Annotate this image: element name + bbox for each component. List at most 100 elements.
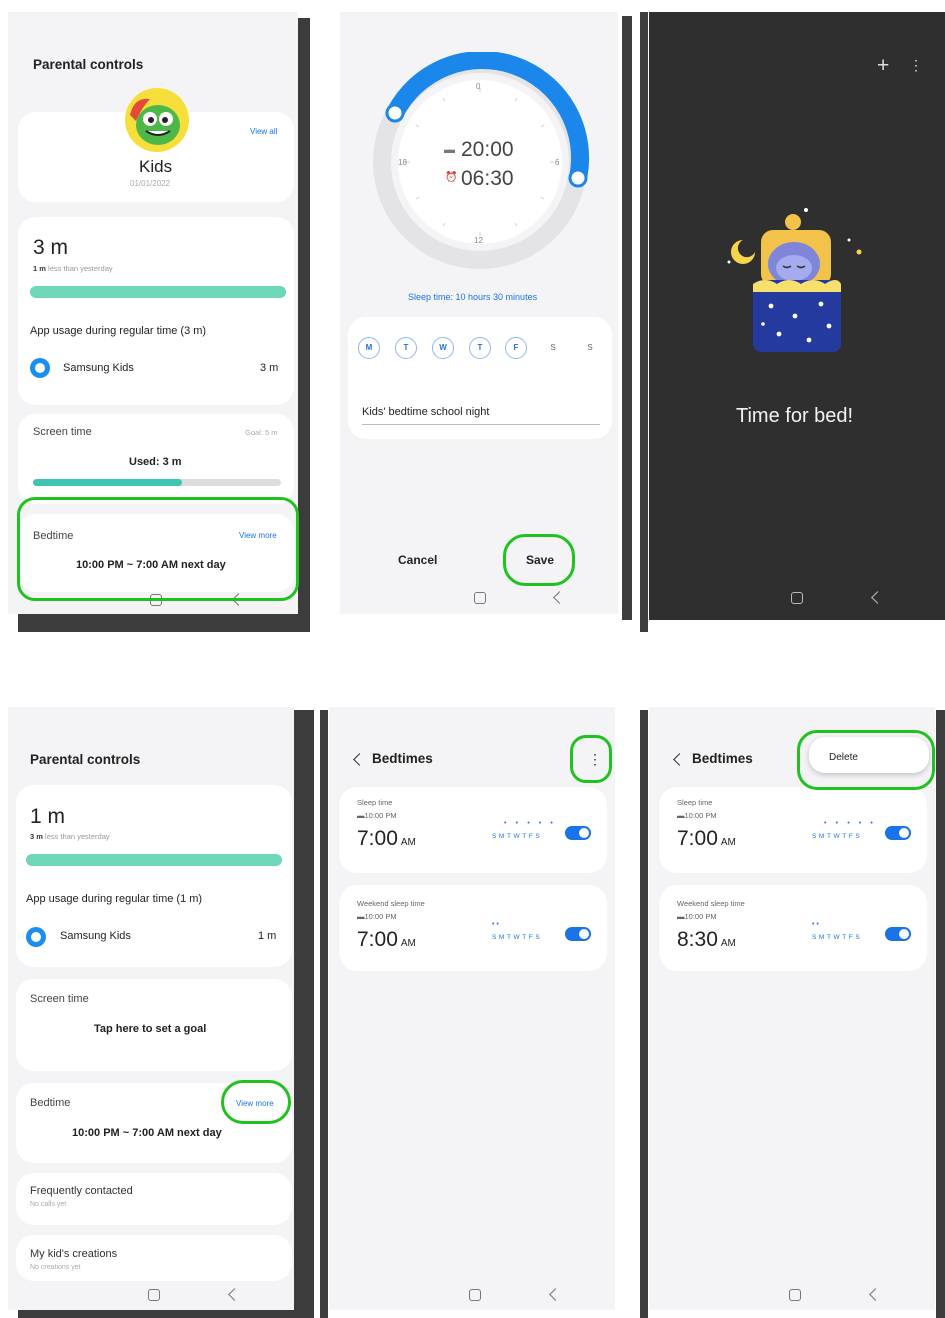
back-icon[interactable] <box>549 1288 562 1301</box>
highlight-bedtime-card <box>17 497 299 601</box>
bedtime-range: 10:00 PM ~ 7:00 AM next day <box>72 1127 222 1139</box>
dial-label-6: 6 <box>555 158 560 167</box>
screen-time-for-bed: + ⋮ Time for bed! <box>649 12 945 620</box>
kids-creations-subtitle: No creations yet <box>30 1264 81 1271</box>
item-label: Sleep time <box>677 798 713 807</box>
usage-total: 1 m <box>30 805 66 828</box>
screen-time-label: Screen time <box>30 993 89 1005</box>
cancel-button[interactable]: Cancel <box>398 553 437 567</box>
item-start-time: ▬10:00 PM <box>677 811 717 820</box>
usage-progress-bar <box>30 286 286 298</box>
day-tue[interactable]: T <box>395 337 417 359</box>
system-nav-bar <box>340 590 618 614</box>
home-icon[interactable] <box>789 1289 801 1301</box>
schedule-name-input[interactable]: Kids' bedtime school night <box>362 406 489 418</box>
frequently-contacted-title: Frequently contacted <box>30 1185 133 1197</box>
day-sun[interactable]: S <box>579 337 601 359</box>
sleeping-character-illustration <box>721 202 871 362</box>
usage-progress-bar <box>26 854 282 866</box>
page-title: Parental controls <box>33 57 144 72</box>
system-nav-bar <box>329 1287 615 1310</box>
home-icon[interactable] <box>474 592 486 604</box>
item-label: Sleep time <box>357 798 393 807</box>
active-day-dots: • • • • • <box>504 820 557 827</box>
page-title: Bedtimes <box>372 751 433 766</box>
system-nav-bar <box>649 1287 935 1310</box>
screen-time-goal: Goal: 5 m <box>245 428 278 437</box>
item-wake-time: 8:30 AM <box>677 928 736 951</box>
days-of-week: SMTWTFS <box>492 934 543 941</box>
bedtime-label: Bedtime <box>30 1097 71 1109</box>
bedtime-toggle-2[interactable] <box>885 927 911 941</box>
app-usage-title: App usage during regular time (1 m) <box>26 893 203 905</box>
kids-creations-title: My kid's creations <box>30 1248 118 1260</box>
home-icon[interactable] <box>469 1289 481 1301</box>
item-start-time: ▬10:00 PM <box>357 912 397 921</box>
bedtime-toggle-2[interactable] <box>565 927 591 941</box>
alarm-icon: ⏰ <box>445 172 458 183</box>
days-of-week: SMTWTFS <box>492 833 543 840</box>
bedtime-toggle-1[interactable] <box>565 826 591 840</box>
bed-icon: ▬ <box>444 144 455 156</box>
back-icon[interactable] <box>869 1288 882 1301</box>
home-icon[interactable] <box>148 1289 160 1301</box>
profile-date: 01/01/2022 <box>130 179 171 188</box>
samsung-kids-icon <box>26 927 46 947</box>
item-label: Weekend sleep time <box>357 899 425 908</box>
back-icon[interactable] <box>553 591 566 604</box>
item-label: Weekend sleep time <box>677 899 745 908</box>
back-arrow-icon[interactable] <box>353 753 366 766</box>
kids-avatar[interactable] <box>124 87 190 153</box>
day-fri[interactable]: F <box>505 337 527 359</box>
app-time: 3 m <box>260 362 279 374</box>
day-mon[interactable]: M <box>358 337 380 359</box>
highlight-delete-menu <box>797 730 935 790</box>
bedtime-toggle-1[interactable] <box>885 826 911 840</box>
more-vertical-icon[interactable]: ⋮ <box>909 57 923 74</box>
item-wake-time: 7:00 AM <box>357 928 416 951</box>
view-all-link[interactable]: View all <box>250 127 277 136</box>
highlight-more-menu <box>570 735 612 783</box>
active-day-dots: • • <box>492 921 499 928</box>
dial-label-12: 12 <box>474 236 483 245</box>
app-time: 1 m <box>258 930 277 942</box>
sleep-summary: Sleep time: 10 hours 30 minutes <box>408 292 538 302</box>
app-usage-title: App usage during regular time (3 m) <box>30 325 207 337</box>
days-of-week: SMTWTFS <box>812 833 863 840</box>
plus-icon[interactable]: + <box>877 54 889 78</box>
day-thu[interactable]: T <box>469 337 491 359</box>
samsung-kids-icon <box>30 358 50 378</box>
app-name[interactable]: Samsung Kids <box>60 930 131 942</box>
home-icon[interactable] <box>791 592 803 604</box>
day-wed[interactable]: W <box>432 337 454 359</box>
dial-label-0: 0 <box>476 82 481 91</box>
back-arrow-icon[interactable] <box>673 753 686 766</box>
item-wake-time: 7:00 AM <box>677 827 736 850</box>
frequently-contacted-card[interactable] <box>16 1173 292 1225</box>
screen-time-used: Used: 3 m <box>129 456 182 468</box>
screen-bedtimes-delete: Bedtimes Delete Sleep time ▬10:00 PM 7:0… <box>649 707 935 1310</box>
screen-parental-controls-2: Parental controls 1 m 3 m less than yest… <box>8 707 294 1310</box>
usage-compare: 3 m less than yesterday <box>30 832 110 841</box>
wake-time[interactable]: 06:30 <box>461 167 514 191</box>
usage-total: 3 m <box>33 236 69 259</box>
back-icon[interactable] <box>871 591 884 604</box>
time-for-bed-message: Time for bed! <box>736 405 854 427</box>
dial-label-18: 18 <box>398 158 407 167</box>
page-title: Bedtimes <box>692 751 753 766</box>
system-nav-bar <box>649 590 945 614</box>
back-icon[interactable] <box>228 1288 241 1301</box>
item-wake-time: 7:00 AM <box>357 827 416 850</box>
screen-time-fill <box>33 479 182 486</box>
highlight-save-button <box>503 534 575 586</box>
schedule-name-underline <box>362 424 600 425</box>
day-sat[interactable]: S <box>542 337 564 359</box>
screen-bedtime-editor: 0 18 6 12 ▬ 20:00 ⏰ 06:30 Sleep time: 10… <box>340 12 618 614</box>
item-start-time: ▬10:00 PM <box>357 811 397 820</box>
set-goal-button[interactable]: Tap here to set a goal <box>94 1023 206 1035</box>
app-name[interactable]: Samsung Kids <box>63 362 134 374</box>
active-day-dots: • • • • • <box>824 820 877 827</box>
item-start-time: ▬10:00 PM <box>677 912 717 921</box>
bed-time[interactable]: 20:00 <box>461 138 514 162</box>
screen-bedtimes-list: Bedtimes ⋮ Sleep time ▬10:00 PM 7:00 AM •… <box>329 707 615 1310</box>
